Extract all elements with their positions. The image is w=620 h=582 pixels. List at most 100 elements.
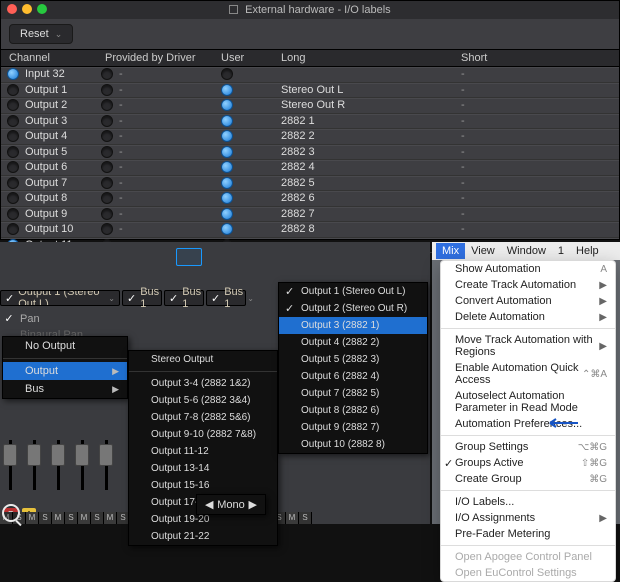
magnify-icon[interactable] xyxy=(2,504,20,522)
radio-driver[interactable] xyxy=(101,192,113,204)
menu-item[interactable]: Autoselect Automation Parameter in Read … xyxy=(441,388,615,416)
radio-channel[interactable] xyxy=(7,99,19,111)
menu-item[interactable]: Output 6 (2882 4) xyxy=(279,368,427,385)
menu-item[interactable]: Automation Preferences... xyxy=(441,416,615,432)
mute-solo-pair[interactable]: MS xyxy=(52,512,78,524)
menu-bus[interactable]: Bus▶ xyxy=(3,380,127,398)
menu-item[interactable]: Convert Automation▶ xyxy=(441,293,615,309)
pan-toggle[interactable]: ✓Pan xyxy=(4,312,83,325)
radio-channel[interactable] xyxy=(7,208,19,220)
menu-item[interactable]: Move Track Automation with Regions▶ xyxy=(441,332,615,360)
channel-fader[interactable] xyxy=(96,436,116,506)
radio-channel[interactable] xyxy=(7,177,19,189)
table-row[interactable]: Output 4-2882 2- xyxy=(1,129,619,145)
radio-channel[interactable] xyxy=(7,115,19,127)
radio-user[interactable] xyxy=(221,177,233,189)
close-icon[interactable] xyxy=(7,4,17,14)
radio-driver[interactable] xyxy=(101,146,113,158)
menu-item[interactable]: ✓Groups Active⇧⌘G xyxy=(441,455,615,471)
table-row[interactable]: Output 7-2882 5- xyxy=(1,176,619,192)
menubar-item[interactable]: View xyxy=(465,243,501,259)
radio-channel[interactable] xyxy=(7,223,19,235)
menu-item[interactable]: ✓Output 1 (Stereo Out L) xyxy=(279,283,427,300)
radio-driver[interactable] xyxy=(101,208,113,220)
output-slot[interactable]: ✓Bus 1⌄ xyxy=(122,290,162,306)
radio-driver[interactable] xyxy=(101,223,113,235)
radio-user[interactable] xyxy=(221,192,233,204)
table-row[interactable]: Output 1-Stereo Out L- xyxy=(1,83,619,99)
mute-solo-pair[interactable]: MS xyxy=(26,512,52,524)
radio-driver[interactable] xyxy=(101,115,113,127)
minimize-icon[interactable] xyxy=(22,4,32,14)
radio-user[interactable] xyxy=(221,115,233,127)
menubar-item[interactable]: Mix xyxy=(436,243,465,259)
menu-mono[interactable]: ◀ Mono ▶ xyxy=(196,494,266,515)
table-row[interactable]: Output 5-2882 3- xyxy=(1,145,619,161)
menubar-item[interactable]: 1 xyxy=(552,243,570,259)
radio-user[interactable] xyxy=(221,68,233,80)
radio-driver[interactable] xyxy=(101,68,113,80)
mute-solo-pair[interactable]: MS xyxy=(286,512,312,524)
menu-item[interactable]: Output 8 (2882 6) xyxy=(279,402,427,419)
channel-fader[interactable] xyxy=(48,436,68,506)
menu-item[interactable]: Output 3-4 (2882 1&2) xyxy=(129,375,277,392)
output-slot[interactable]: ✓Bus 1⌄ xyxy=(164,290,204,306)
radio-channel[interactable] xyxy=(7,192,19,204)
menu-item[interactable]: Output 7 (2882 5) xyxy=(279,385,427,402)
radio-user[interactable] xyxy=(221,84,233,96)
radio-user[interactable] xyxy=(221,99,233,111)
channel-fader[interactable] xyxy=(24,436,44,506)
radio-channel[interactable] xyxy=(7,130,19,142)
menu-item[interactable]: Enable Automation Quick Access⌃⌘A xyxy=(441,360,615,388)
radio-driver[interactable] xyxy=(101,161,113,173)
menu-item[interactable]: Output 21-22 xyxy=(129,528,277,545)
menu-item[interactable]: ✓Output 2 (Stereo Out R) xyxy=(279,300,427,317)
menu-item[interactable]: Show AutomationA xyxy=(441,261,615,277)
radio-driver[interactable] xyxy=(101,130,113,142)
table-row[interactable]: Output 10-2882 8- xyxy=(1,222,619,238)
menu-item[interactable]: Output 9-10 (2882 7&8) xyxy=(129,426,277,443)
menu-item[interactable]: Create Group⌘G xyxy=(441,471,615,487)
radio-user[interactable] xyxy=(221,161,233,173)
menubar-item[interactable]: Help xyxy=(570,243,605,259)
menu-item[interactable]: I/O Labels... xyxy=(441,494,615,510)
radio-channel[interactable] xyxy=(7,68,19,80)
menu-item[interactable]: Output 3 (2882 1) xyxy=(279,317,427,334)
radio-driver[interactable] xyxy=(101,99,113,111)
table-row[interactable]: Output 9-2882 7- xyxy=(1,207,619,223)
radio-channel[interactable] xyxy=(7,161,19,173)
maximize-icon[interactable] xyxy=(37,4,47,14)
menu-item[interactable]: Delete Automation▶ xyxy=(441,309,615,325)
menu-item[interactable]: Output 4 (2882 2) xyxy=(279,334,427,351)
radio-user[interactable] xyxy=(221,146,233,158)
menu-item[interactable]: Output 11-12 xyxy=(129,443,277,460)
menu-item[interactable]: Output 5-6 (2882 3&4) xyxy=(129,392,277,409)
radio-driver[interactable] xyxy=(101,177,113,189)
menu-item[interactable]: Output 5 (2882 3) xyxy=(279,351,427,368)
radio-user[interactable] xyxy=(221,130,233,142)
menu-item[interactable]: Output 7-8 (2882 5&6) xyxy=(129,409,277,426)
radio-channel[interactable] xyxy=(7,84,19,96)
radio-user[interactable] xyxy=(221,208,233,220)
menu-output[interactable]: Output▶ xyxy=(3,362,127,380)
table-row[interactable]: Output 2-Stereo Out R- xyxy=(1,98,619,114)
menu-item[interactable]: Output 15-16 xyxy=(129,477,277,494)
radio-driver[interactable] xyxy=(101,84,113,96)
menu-item[interactable]: Create Track Automation▶ xyxy=(441,277,615,293)
channel-fader[interactable] xyxy=(72,436,92,506)
menu-item[interactable]: Group Settings⌥⌘G xyxy=(441,439,615,455)
mute-solo-pair[interactable]: MS xyxy=(78,512,104,524)
menu-no-output[interactable]: No Output xyxy=(3,337,127,355)
output-slot[interactable]: ✓Bus 1⌄ xyxy=(206,290,246,306)
menu-item[interactable]: Output 10 (2882 8) xyxy=(279,436,427,453)
output-slot[interactable]: ✓Output 1 (Stereo Out L)⌄ xyxy=(0,290,120,306)
mute-solo-pair[interactable]: MS xyxy=(104,512,130,524)
radio-user[interactable] xyxy=(221,223,233,235)
menu-item[interactable]: Output 9 (2882 7) xyxy=(279,419,427,436)
radio-channel[interactable] xyxy=(7,146,19,158)
menu-item[interactable]: Output 13-14 xyxy=(129,460,277,477)
table-row[interactable]: Output 8-2882 6- xyxy=(1,191,619,207)
menu-item[interactable]: Pre-Fader Metering xyxy=(441,526,615,542)
reset-dropdown[interactable]: Reset ⌄ xyxy=(9,24,73,44)
menu-item[interactable]: Stereo Output xyxy=(129,351,277,368)
